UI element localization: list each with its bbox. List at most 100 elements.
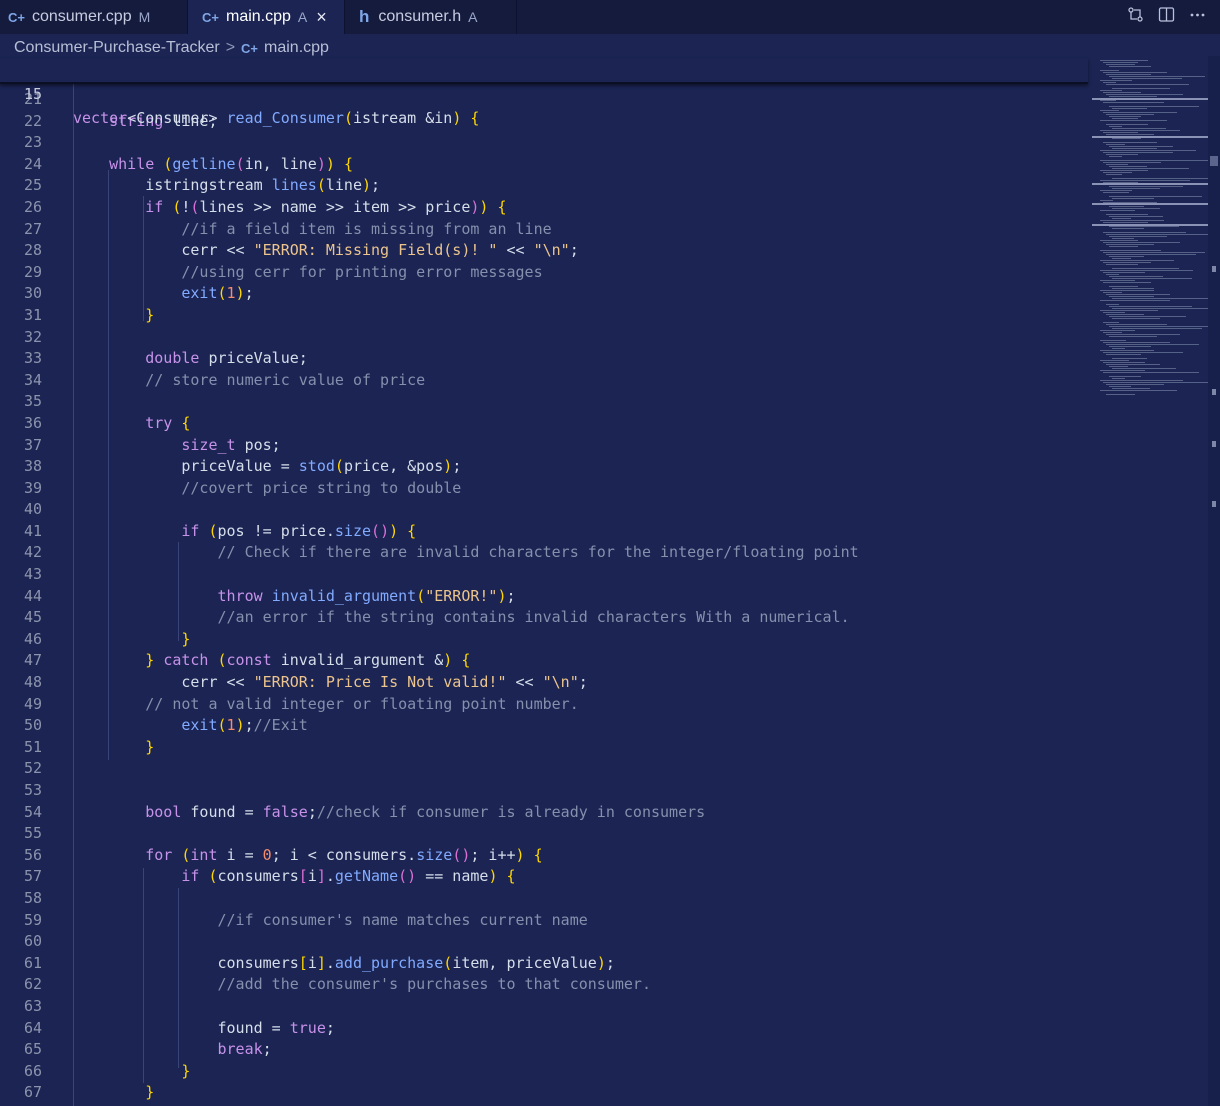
code-line[interactable]: 39 //covert price string to double xyxy=(0,478,1090,500)
minimap-line xyxy=(1100,300,1171,301)
line-number: 32 xyxy=(23,327,42,346)
minimap-line xyxy=(1112,328,1202,329)
minimap-line xyxy=(1100,370,1145,371)
minimap-line xyxy=(1106,154,1138,155)
minimap-line xyxy=(1106,244,1154,245)
code-line[interactable]: 26 if (!(lines >> name >> item >> price)… xyxy=(0,197,1090,219)
minimap-line xyxy=(1100,90,1123,91)
code-text: if (!(lines >> name >> item >> price)) { xyxy=(145,197,507,216)
code-text: //add the consumer's purchases to that c… xyxy=(217,975,651,994)
code-line[interactable]: 52 xyxy=(0,758,1090,780)
code-line[interactable]: 15 vector<Consumer> read_Consumer(istrea… xyxy=(0,58,1088,127)
code-line[interactable]: 24 while (getline(in, line)) { xyxy=(0,154,1090,176)
code-line[interactable]: 64 found = true; xyxy=(0,1018,1090,1040)
line-number: 15 xyxy=(23,85,42,103)
line-number: 51 xyxy=(23,737,42,756)
code-line[interactable]: 51 } xyxy=(0,737,1090,759)
split-editor-icon[interactable] xyxy=(1158,6,1175,28)
tab-consumer-cpp[interactable]: C+ consumer.cpp M xyxy=(0,0,188,34)
code-text: try { xyxy=(145,413,191,432)
code-line[interactable]: 35 xyxy=(0,391,1090,413)
code-line[interactable]: 57 if (consumers[i].getName() == name) { xyxy=(0,866,1090,888)
minimap-line xyxy=(1103,142,1158,143)
minimap-line xyxy=(1112,178,1215,179)
code-line[interactable]: 43 xyxy=(0,564,1090,586)
minimap-slider-edge xyxy=(1092,203,1208,205)
minimap-line xyxy=(1112,148,1157,149)
minimap-line xyxy=(1106,314,1145,315)
sticky-scroll-header[interactable]: 15 vector<Consumer> read_Consumer(istrea… xyxy=(0,58,1088,127)
editor-actions xyxy=(1127,0,1206,34)
code-line[interactable]: 55 xyxy=(0,823,1090,845)
code-line[interactable]: 53 xyxy=(0,780,1090,802)
breadcrumb-file[interactable]: main.cpp xyxy=(264,39,329,57)
minimap-line xyxy=(1109,246,1138,247)
tab-main-cpp[interactable]: C+ main.cpp A × xyxy=(188,0,345,34)
code-line[interactable]: 49 // not a valid integer or floating po… xyxy=(0,694,1090,716)
code-line[interactable]: 29 //using cerr for printing error messa… xyxy=(0,262,1090,284)
breadcrumb-folder[interactable]: Consumer-Purchase-Tracker xyxy=(14,39,220,57)
more-actions-icon[interactable] xyxy=(1189,6,1206,28)
code-line[interactable]: 38 priceValue = stod(price, &pos); xyxy=(0,456,1090,478)
code-line[interactable]: 33 double priceValue; xyxy=(0,348,1090,370)
minimap-line xyxy=(1109,276,1164,277)
minimap-line xyxy=(1103,82,1116,83)
compare-changes-icon[interactable] xyxy=(1127,6,1144,28)
code-line[interactable]: 25 istringstream lines(line); xyxy=(0,175,1090,197)
code-line[interactable]: 50 exit(1);//Exit xyxy=(0,715,1090,737)
code-line[interactable]: 37 size_t pos; xyxy=(0,435,1090,457)
code-line[interactable]: 48 cerr << "ERROR: Price Is Not valid!" … xyxy=(0,672,1090,694)
code-line[interactable]: 65 break; xyxy=(0,1039,1090,1061)
minimap-slider-edge xyxy=(1092,224,1208,226)
code-line[interactable]: 45 //an error if the string contains inv… xyxy=(0,607,1090,629)
code-text: cerr << "ERROR: Missing Field(s)! " << "… xyxy=(73,241,579,260)
line-number: 44 xyxy=(23,586,42,605)
code-line[interactable]: 61 consumers[i].add_purchase(item, price… xyxy=(0,953,1090,975)
code-line[interactable]: 30 exit(1); xyxy=(0,283,1090,305)
code-line[interactable]: 67 } xyxy=(0,1082,1090,1104)
code-line[interactable]: 32 xyxy=(0,327,1090,349)
scroll-thumb[interactable] xyxy=(1210,156,1218,166)
minimap-line xyxy=(1112,318,1160,319)
code-editor[interactable]: 21 22 string line; 23 24 while (getline(in,… xyxy=(0,89,1090,1104)
cpp-file-icon: C+ xyxy=(241,40,259,56)
minimap-line xyxy=(1112,348,1125,349)
minimap-line xyxy=(1109,316,1186,317)
code-line[interactable]: 47 } catch (const invalid_argument &) { xyxy=(0,650,1090,672)
tab-consumer-h[interactable]: h consumer.h A xyxy=(345,0,517,34)
close-icon[interactable]: × xyxy=(316,7,327,28)
code-line[interactable]: 58 xyxy=(0,888,1090,910)
line-number: 27 xyxy=(23,219,42,238)
code-line[interactable]: 42 // Check if there are invalid charact… xyxy=(0,542,1090,564)
code-line[interactable]: 46 } xyxy=(0,629,1090,651)
minimap-line xyxy=(1100,350,1155,351)
code-line[interactable]: 31 } xyxy=(0,305,1090,327)
minimap[interactable] xyxy=(1092,56,1220,1106)
code-line[interactable]: 56 for (int i = 0; i < consumers.size();… xyxy=(0,845,1090,867)
minimap-line xyxy=(1106,384,1164,385)
code-line[interactable]: 41 if (pos != price.size()) { xyxy=(0,521,1090,543)
code-line[interactable]: 60 xyxy=(0,931,1090,953)
vertical-scrollbar[interactable] xyxy=(1208,56,1220,1106)
tab-label: main.cpp xyxy=(225,8,291,25)
minimap-line xyxy=(1100,390,1177,391)
code-line[interactable]: 36 try { xyxy=(0,413,1090,435)
code-line[interactable]: 27 //if a field item is missing from an … xyxy=(0,219,1090,241)
code-line[interactable]: 66 } xyxy=(0,1061,1090,1083)
minimap-line xyxy=(1100,360,1129,361)
minimap-line xyxy=(1112,238,1135,239)
code-line[interactable]: 23 xyxy=(0,132,1090,154)
code-line[interactable]: 40 xyxy=(0,499,1090,521)
minimap-line xyxy=(1103,72,1167,73)
code-line[interactable]: 44 throw invalid_argument("ERROR!"); xyxy=(0,586,1090,608)
code-line[interactable]: 34 // store numeric value of price xyxy=(0,370,1090,392)
cpp-file-icon: C+ xyxy=(8,9,25,25)
code-line[interactable]: 62 //add the consumer's purchases to tha… xyxy=(0,974,1090,996)
minimap-line xyxy=(1106,324,1167,325)
minimap-line xyxy=(1112,218,1132,219)
code-line[interactable]: 28 cerr << "ERROR: Missing Field(s)! " <… xyxy=(0,240,1090,262)
code-line[interactable]: 63 xyxy=(0,996,1090,1018)
code-line[interactable]: 59 //if consumer's name matches current … xyxy=(0,910,1090,932)
code-line[interactable]: 54 bool found = false;//check if consume… xyxy=(0,802,1090,824)
minimap-line xyxy=(1100,380,1184,381)
